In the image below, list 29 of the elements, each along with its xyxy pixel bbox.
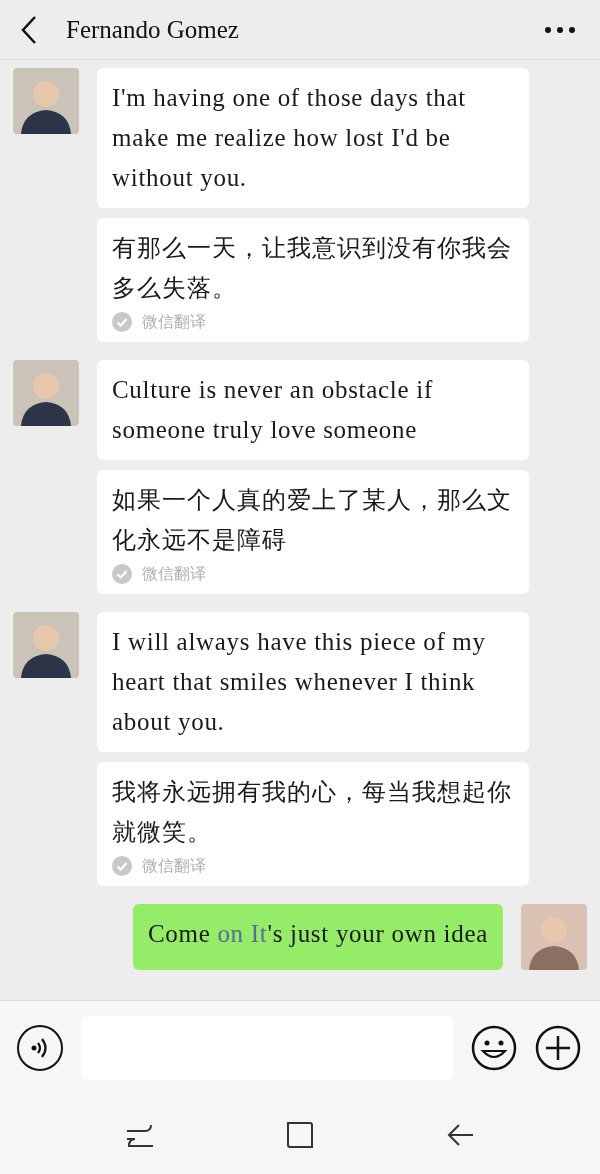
emoji-button[interactable] [471, 1025, 517, 1071]
translation-label: 微信翻译 [142, 312, 206, 332]
check-icon [112, 856, 132, 876]
translation-label: 微信翻译 [142, 856, 206, 876]
translated-text: 有那么一天，让我意识到没有你我会多么失落。 [112, 234, 513, 303]
translation-label: 微信翻译 [142, 564, 206, 584]
avatar [13, 360, 79, 426]
avatar [13, 612, 79, 678]
emoji-icon [471, 1025, 517, 1071]
avatar [521, 904, 587, 970]
chat-title: Fernando Gomez [66, 14, 240, 45]
back-icon [20, 14, 38, 45]
message-bubble: I will always have this piece of my heart that smiles whenever I think about you. [97, 612, 529, 752]
add-button[interactable] [535, 1025, 581, 1071]
avatar [13, 68, 79, 134]
voice-icon [30, 1037, 50, 1059]
message-bubble: Culture is never an obstacle if someone truly love someone [97, 360, 529, 460]
home-icon [286, 1120, 314, 1149]
voice-button[interactable] [17, 1025, 63, 1071]
message-text: Come on It's just your own idea [147, 920, 488, 947]
translated-text: 我将永远拥有我的心，每当我想起你就微笑。 [112, 778, 513, 847]
message-bubble: I'm having one of those days that make me realize how lost I'd be without you. [97, 68, 529, 208]
back-arrow-icon [445, 1121, 475, 1148]
link[interactable]: on It [217, 920, 268, 947]
translated-text: 如果一个人真的爱上了某人，那么文化永远不是障碍 [112, 486, 513, 555]
more-icon [544, 25, 576, 34]
check-icon [112, 564, 132, 584]
plus-icon [535, 1025, 581, 1071]
check-icon [112, 312, 132, 332]
